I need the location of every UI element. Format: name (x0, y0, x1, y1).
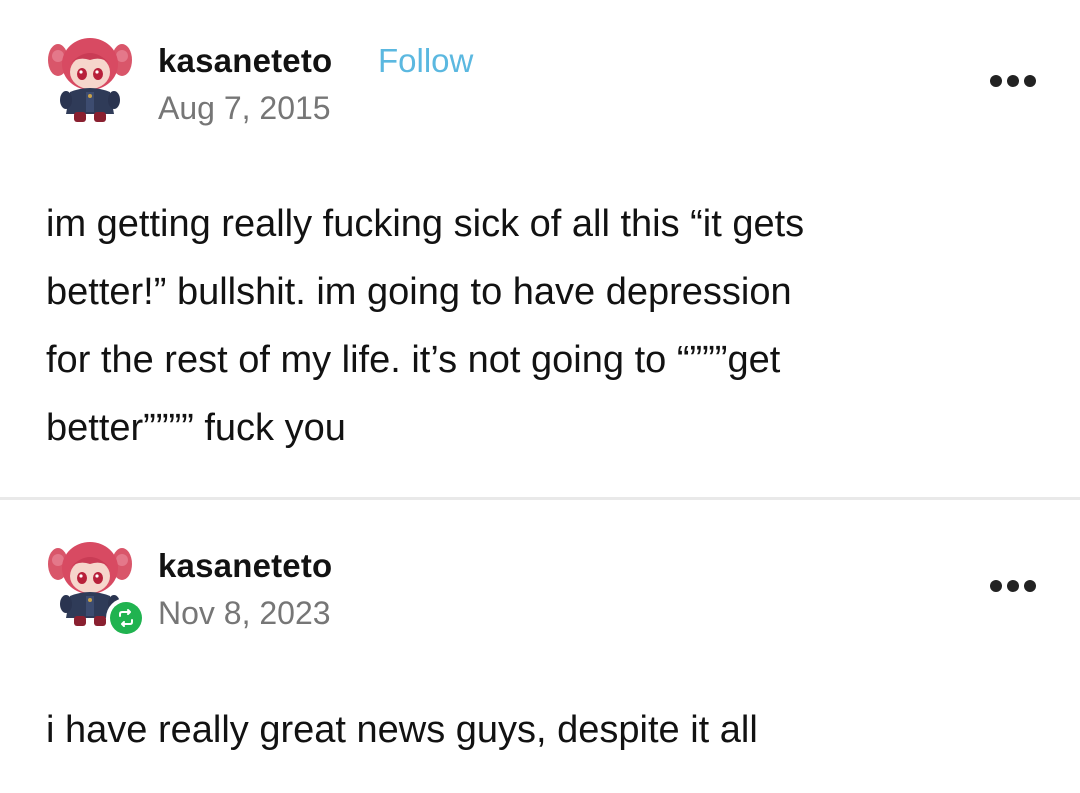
post-body-line: i have really great news guys, despite i… (46, 709, 758, 751)
dot (1007, 580, 1019, 592)
post-date[interactable]: Nov 8, 2023 (158, 595, 331, 632)
post: kasaneteto Follow Aug 7, 2015 im getting… (0, 0, 1080, 497)
post-body-line: for the rest of my life. it’s not going … (46, 339, 781, 381)
more-options-icon[interactable] (990, 74, 1036, 88)
user-avatar[interactable] (44, 34, 136, 126)
dot (1007, 75, 1019, 87)
post-body-line: better”””” fuck you (46, 407, 346, 449)
dot (990, 75, 1002, 87)
post-body: i have really great news guys, despite i… (46, 696, 1046, 764)
username[interactable]: kasaneteto (158, 42, 332, 80)
post-date[interactable]: Aug 7, 2015 (158, 90, 331, 127)
post-body-line: better!” bullshit. im going to have depr… (46, 271, 792, 313)
post-body: im getting really fucking sick of all th… (46, 190, 1046, 462)
reblog-badge (106, 598, 146, 638)
reblog-icon (110, 602, 142, 634)
dot (1024, 580, 1036, 592)
dot (990, 580, 1002, 592)
more-options-icon[interactable] (990, 579, 1036, 593)
dot (1024, 75, 1036, 87)
username[interactable]: kasaneteto (158, 547, 332, 585)
post-body-line: im getting really fucking sick of all th… (46, 203, 805, 245)
post: kasaneteto Nov 8, 2023 i have really gre… (0, 500, 1080, 793)
follow-button[interactable]: Follow (378, 42, 473, 80)
